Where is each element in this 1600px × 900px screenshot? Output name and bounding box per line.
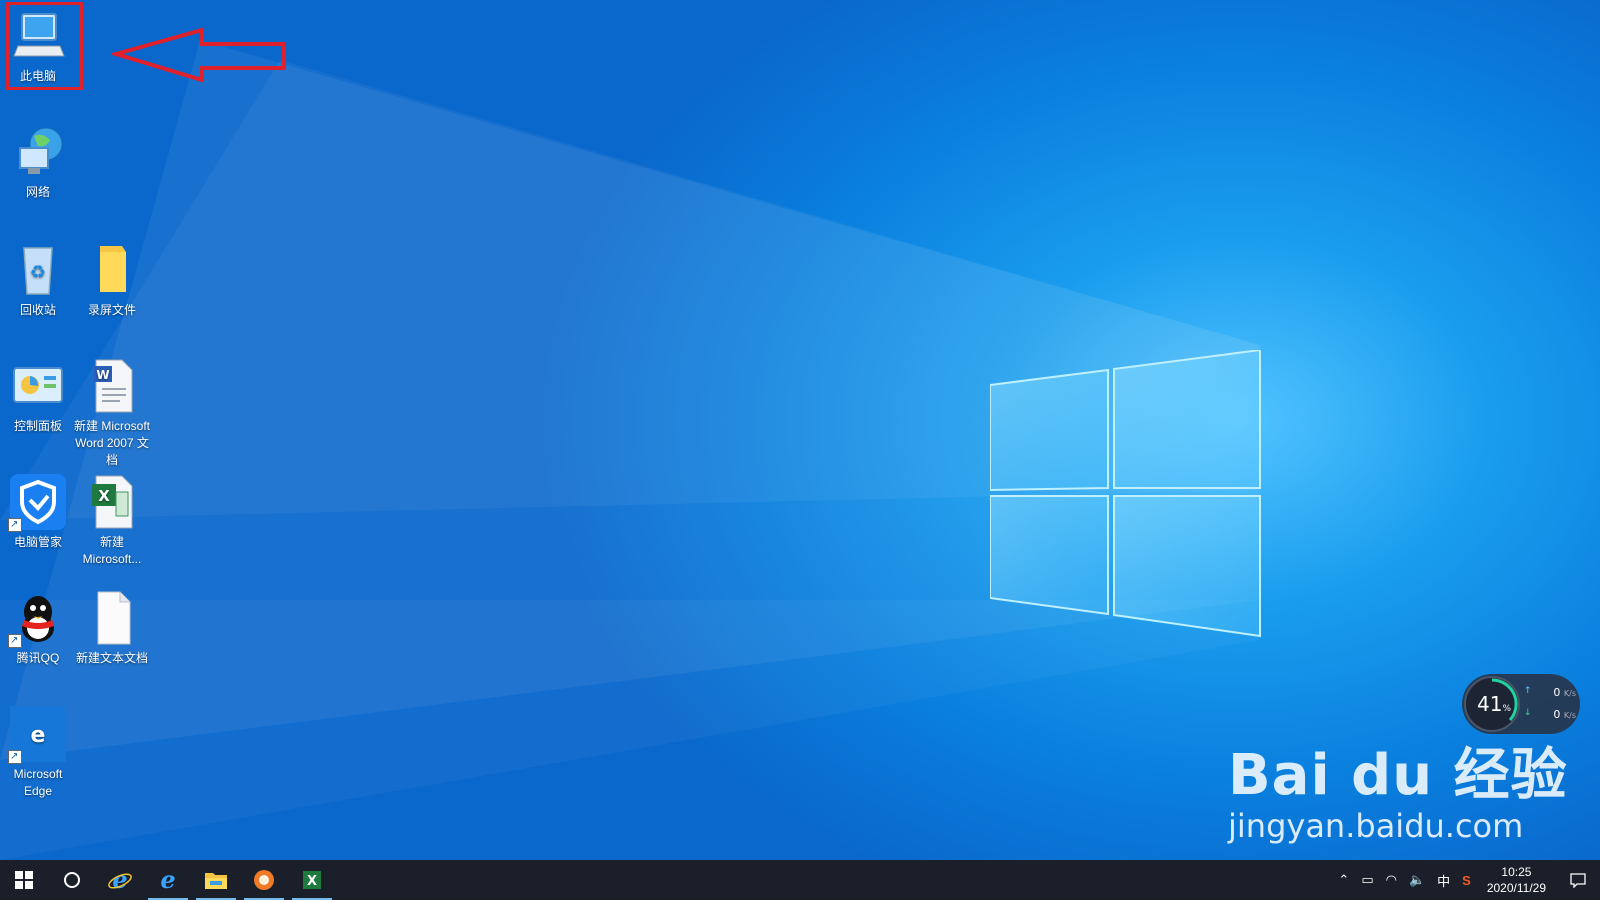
browser-icon <box>254 870 274 890</box>
desktop-icon-label: 电脑管家 <box>13 535 62 549</box>
desktop-icon-text-document[interactable]: 新建文本文档 <box>74 588 150 667</box>
watermark-url: jingyan.baidu.com <box>1228 807 1524 845</box>
system-tray: ⌃ ▭ ◠ 🔈 中 S 10:25 2020/11/29 <box>1332 860 1600 900</box>
network-speed-widget[interactable]: 41% ↑ 0 K/s ↓ 0 K/s <box>1462 674 1580 734</box>
recycle-bin-icon: ♻ <box>8 240 68 300</box>
svg-text:X: X <box>98 487 110 505</box>
svg-text:W: W <box>96 368 109 382</box>
shortcut-arrow-icon <box>8 632 22 649</box>
desktop-icon-label: Microsoft Edge <box>13 767 63 798</box>
download-unit: K/s <box>1563 711 1576 720</box>
file-explorer-icon <box>205 873 227 889</box>
desktop-icon-recycle-bin[interactable]: ♻ 回收站 <box>0 240 76 319</box>
sogou-ime-icon[interactable]: S <box>1456 873 1477 888</box>
clock-time: 10:25 <box>1501 865 1532 879</box>
windows-start-icon <box>15 871 33 889</box>
control-panel-icon <box>8 356 68 416</box>
ime-indicator[interactable]: 中 <box>1431 871 1456 890</box>
shortcut-arrow-icon <box>8 516 22 533</box>
desktop-icon-label: 网络 <box>25 185 50 199</box>
network-icon <box>8 122 68 182</box>
search-button[interactable] <box>48 860 96 900</box>
desktop-icon-label: 新建文本文档 <box>75 651 148 665</box>
clock[interactable]: 10:25 2020/11/29 <box>1477 864 1556 896</box>
desktop-icon-label: 回收站 <box>19 303 56 317</box>
cpu-percent: 41 <box>1476 692 1503 716</box>
internet-explorer-icon: e <box>108 867 132 893</box>
start-button[interactable] <box>0 860 48 900</box>
desktop-icon-label: 新建 Microsoft... <box>82 535 142 566</box>
upload-arrow-icon: ↑ <box>1524 686 1532 696</box>
svg-text:X: X <box>307 874 317 889</box>
cpu-usage-ring: 41% <box>1464 676 1520 732</box>
internet-explorer-icon: e <box>160 867 175 893</box>
taskbar-file-explorer-button[interactable] <box>192 860 240 900</box>
search-circle-icon <box>64 872 80 888</box>
svg-text:♻: ♻ <box>30 262 46 283</box>
shield-icon <box>8 472 68 533</box>
baidu-jingyan-watermark: Bai du 经验 jingyan.baidu.com <box>1228 730 1568 845</box>
desktop-icon-label: 新建 Microsoft Word 2007 文档 <box>74 419 151 467</box>
download-arrow-icon: ↓ <box>1524 708 1532 718</box>
edge-icon: e <box>8 704 68 765</box>
taskbar-excel-button[interactable]: X <box>288 860 336 900</box>
desktop-icon-word-document[interactable]: W 新建 Microsoft Word 2007 文档 <box>74 356 150 469</box>
wifi-icon[interactable]: ◠ <box>1380 872 1403 888</box>
upload-unit: K/s <box>1563 689 1576 698</box>
percent-sign: % <box>1502 704 1511 714</box>
highlight-box <box>6 2 83 90</box>
show-hidden-icons-chevron-icon[interactable]: ⌃ <box>1332 872 1355 888</box>
desktop-icon-excel-workbook[interactable]: X 新建 Microsoft... <box>74 472 150 568</box>
download-speed: 0 <box>1553 708 1561 721</box>
desktop-icon-control-panel[interactable]: 控制面板 <box>0 356 76 435</box>
desktop-icon-microsoft-edge[interactable]: e Microsoft Edge <box>0 704 76 800</box>
upload-speed: 0 <box>1553 686 1561 699</box>
watermark-brand: Bai du 经验 <box>1228 743 1568 808</box>
desktop-icon-qq[interactable]: 腾讯QQ <box>0 588 76 667</box>
desktop-icon-label: 录屏文件 <box>87 303 136 317</box>
word-document-icon: W <box>82 356 142 416</box>
windows-logo-wallpaper <box>990 350 1261 638</box>
clock-date: 2020/11/29 <box>1486 881 1546 895</box>
qq-penguin-icon <box>8 588 68 649</box>
svg-text:e: e <box>112 867 127 893</box>
desktop-icon-pc-manager[interactable]: 电脑管家 <box>0 472 76 551</box>
desktop-icon-label: 腾讯QQ <box>16 651 60 665</box>
taskbar-ie-button[interactable]: e <box>96 860 144 900</box>
red-arrow-annotation <box>112 27 286 83</box>
taskbar-browser-button[interactable] <box>240 860 288 900</box>
desktop-icon-network[interactable]: 网络 <box>0 122 76 201</box>
shortcut-arrow-icon <box>8 748 22 765</box>
notification-icon <box>1570 873 1586 888</box>
svg-text:e: e <box>31 723 46 748</box>
action-center-button[interactable] <box>1556 872 1600 888</box>
taskbar: e e X ⌃ ▭ ◠ 🔈 中 S 10:25 2020/11/29 <box>0 860 1600 900</box>
text-document-icon <box>82 588 142 648</box>
folder-icon <box>82 240 142 300</box>
svg-text:e: e <box>160 867 175 893</box>
volume-icon[interactable]: 🔈 <box>1403 872 1431 888</box>
excel-document-icon: X <box>82 472 142 532</box>
battery-icon[interactable]: ▭ <box>1355 872 1379 888</box>
desktop-icon-label: 控制面板 <box>13 419 62 433</box>
desktop-icon-screen-recording-folder[interactable]: 录屏文件 <box>74 240 150 319</box>
excel-icon: X <box>303 871 321 889</box>
taskbar-ie-active-button[interactable]: e <box>144 860 192 900</box>
